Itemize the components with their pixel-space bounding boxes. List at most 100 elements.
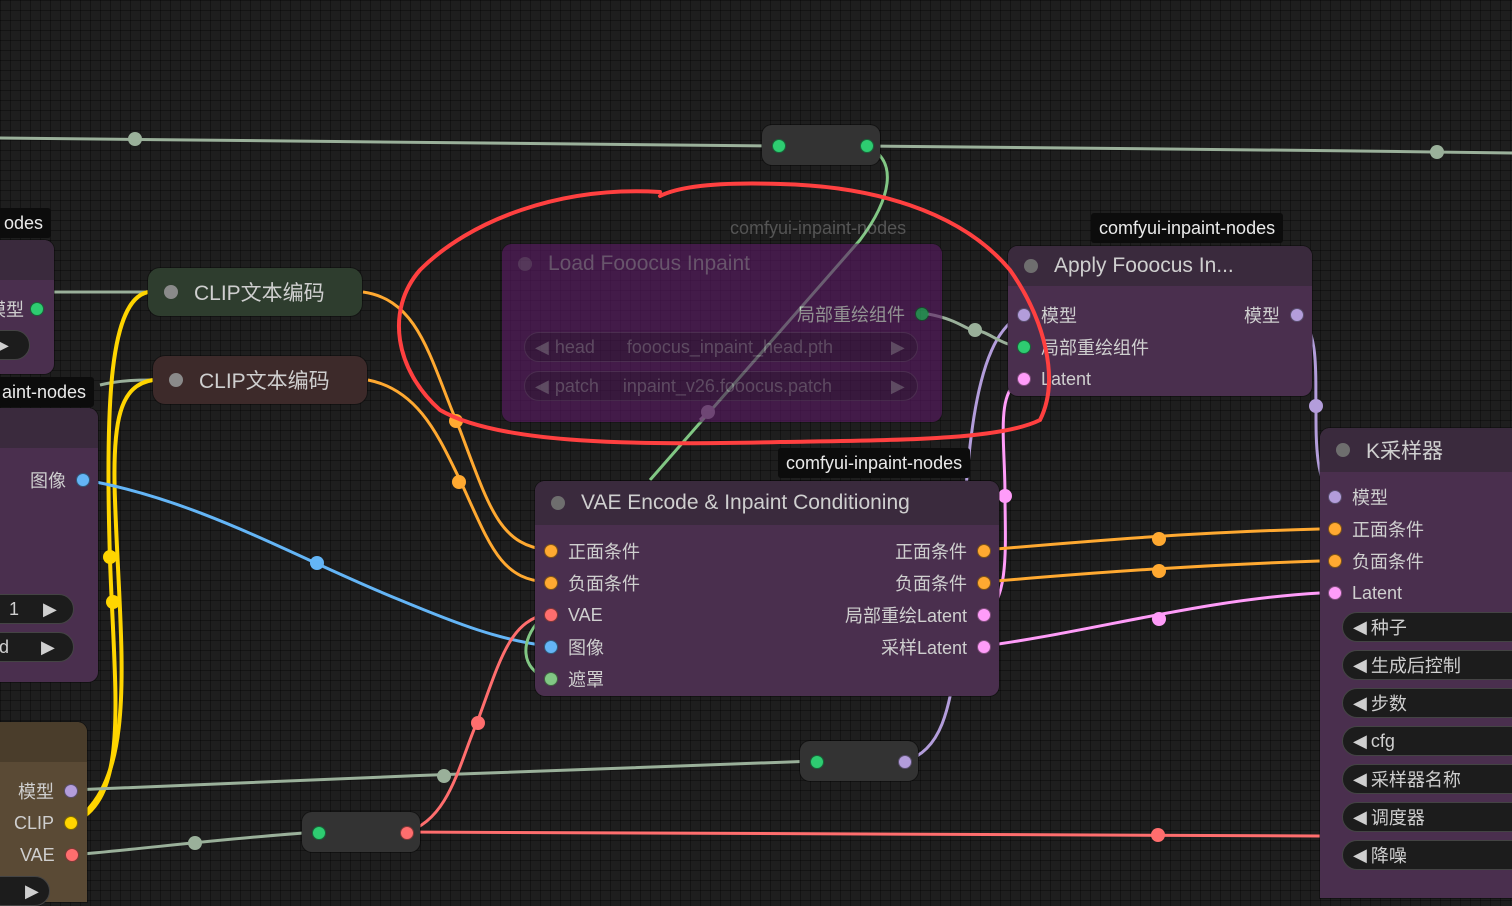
output-socket-inpaint-latent[interactable] <box>977 608 991 622</box>
widget-seed[interactable]: ◀ 种子 <box>1342 612 1512 642</box>
input-label-positive: 正面条件 <box>568 542 640 562</box>
widget-name: 种子 <box>1370 618 1407 638</box>
collapse-dot-icon[interactable] <box>551 496 565 510</box>
input-socket-inpaint-patch[interactable] <box>1017 340 1031 354</box>
output-socket-model[interactable] <box>64 784 78 798</box>
reroute-node-top[interactable] <box>762 125 880 165</box>
widget-control-after-generate[interactable]: ◀ 生成后控制 <box>1342 650 1512 680</box>
node-title: CLIP文本编码 <box>199 370 330 393</box>
widget-sampler-name[interactable]: ◀ 采样器名称 <box>1342 764 1512 794</box>
left-load-image-node-partial[interactable]: 图像 1 ▶ ed ▶ <box>0 408 98 682</box>
reroute-input-socket[interactable] <box>312 826 326 840</box>
input-label-model: 模型 <box>1352 488 1388 508</box>
load-fooocus-badge: comfyui-inpaint-nodes <box>730 218 907 238</box>
output-socket-negative[interactable] <box>977 576 991 590</box>
collapse-dot-icon[interactable] <box>1024 259 1038 273</box>
left-node-badge-mid: aint-nodes <box>0 377 95 407</box>
output-socket-vae[interactable] <box>64 848 79 862</box>
input-socket-positive[interactable] <box>1328 522 1342 536</box>
collapse-dot-icon[interactable] <box>169 373 183 387</box>
widget-name: 降噪 <box>1370 846 1407 866</box>
apply-fooocus-inpaint-node[interactable]: Apply Fooocus In... 模型 局部重绘组件 Latent 模型 <box>1008 246 1312 396</box>
input-label-mask: 遮罩 <box>568 670 604 690</box>
input-label-latent: Latent <box>1041 368 1092 389</box>
arrow-left-icon: ◀ <box>1353 844 1367 865</box>
apply-fooocus-badge: comfyui-inpaint-nodes <box>1091 213 1284 243</box>
reroute-output-socket[interactable] <box>400 826 414 840</box>
reroute-node-model[interactable] <box>800 741 918 781</box>
widget-scheduler[interactable]: ◀ 调度器 <box>1342 802 1512 832</box>
output-socket-model[interactable] <box>1290 308 1304 322</box>
load-fooocus-inpaint-node[interactable]: Load Fooocus Inpaint 局部重绘组件 ◀ head foooc… <box>502 244 942 422</box>
output-label-inpaint-latent: 局部重绘Latent <box>844 606 967 626</box>
output-label-clip: CLIP <box>14 812 55 833</box>
arrow-left-icon: ◀ <box>1353 616 1367 637</box>
left-widget-arrow[interactable]: ▶ <box>0 330 30 360</box>
widget-steps[interactable]: ◀ 步数 <box>1342 688 1512 718</box>
output-socket-inpaint-patch[interactable] <box>915 307 929 321</box>
input-socket-latent[interactable] <box>1328 586 1342 600</box>
collapse-dot-icon[interactable] <box>164 285 178 299</box>
arrow-right-icon: ▶ <box>25 880 39 901</box>
widget-name: patch <box>554 375 599 396</box>
input-label-negative: 负面条件 <box>1352 552 1424 572</box>
collapse-dot-icon[interactable] <box>1336 443 1350 457</box>
reroute-node-vae[interactable] <box>302 812 420 852</box>
left-widget-2[interactable]: ed ▶ <box>0 632 74 662</box>
arrow-left-icon: ◀ <box>1353 768 1367 789</box>
left-checkpoint-node-partial[interactable]: 模型 ▶ <box>0 240 54 374</box>
arrow-left-icon: ◀ <box>1353 654 1367 675</box>
input-label-positive: 正面条件 <box>1352 520 1424 540</box>
left-node-badge-top: odes <box>0 208 52 238</box>
input-socket-negative[interactable] <box>1328 554 1342 568</box>
input-label-image: 图像 <box>568 638 604 658</box>
input-label-inpaint-patch: 局部重绘组件 <box>1041 338 1149 358</box>
left-widget-1[interactable]: 1 ▶ <box>0 594 74 624</box>
reroute-output-socket[interactable] <box>860 139 874 153</box>
widget-value: 1 <box>9 598 20 619</box>
arrow-right-icon: ▶ <box>41 636 55 657</box>
output-socket-clip[interactable] <box>64 816 79 830</box>
output-socket-model[interactable] <box>30 302 44 316</box>
input-socket-model[interactable] <box>1017 308 1031 322</box>
reroute-output-socket[interactable] <box>898 755 912 769</box>
node-title: K采样器 <box>1366 440 1444 463</box>
widget-denoise[interactable]: ◀ 降噪 <box>1342 840 1512 870</box>
clip-text-encode-node-1[interactable]: CLIP文本编码 <box>148 268 362 316</box>
arrow-right-icon: ▶ <box>890 375 905 396</box>
arrow-left-icon: ◀ <box>535 375 549 396</box>
vae-encode-inpaint-conditioning-node[interactable]: VAE Encode & Inpaint Conditioning 正面条件 负… <box>535 481 999 696</box>
arrow-left-icon: ◀ <box>1353 730 1367 751</box>
left-checkpoint-loader-partial[interactable]: 模型 CLIP VAE ▶ <box>0 722 87 906</box>
widget-value: ed <box>0 636 10 657</box>
output-label-negative: 负面条件 <box>895 574 967 594</box>
reroute-input-socket[interactable] <box>772 139 786 153</box>
widget-patch[interactable]: ◀ patch inpaint_v26.fooocus.patch ▶ <box>524 371 918 401</box>
input-label-model: 模型 <box>1041 306 1077 326</box>
clip-text-encode-node-2[interactable]: CLIP文本编码 <box>153 356 367 404</box>
reroute-input-socket[interactable] <box>810 755 824 769</box>
node-title: Load Fooocus Inpaint <box>548 252 750 275</box>
input-socket-image[interactable] <box>544 640 558 654</box>
input-socket-negative[interactable] <box>544 576 558 590</box>
link-top-model-right <box>865 144 1512 155</box>
output-socket-sampler-latent[interactable] <box>977 640 991 654</box>
collapse-dot-icon[interactable] <box>518 257 532 271</box>
node-title: Apply Fooocus In... <box>1054 254 1234 277</box>
input-socket-vae[interactable] <box>544 608 558 622</box>
connection-links <box>0 132 1512 857</box>
input-socket-mask[interactable] <box>544 672 558 686</box>
output-socket-image[interactable] <box>76 473 90 487</box>
output-socket-positive[interactable] <box>977 544 991 558</box>
ksampler-node[interactable]: K采样器 模型 正面条件 负面条件 Latent ◀ 种子 ◀ 生成后控制 ◀ … <box>1320 428 1512 898</box>
widget-head[interactable]: ◀ head fooocus_inpaint_head.pth ▶ <box>524 332 918 362</box>
vae-encode-badge: comfyui-inpaint-nodes <box>778 448 971 478</box>
widget-name: head <box>554 336 595 357</box>
output-label-model: 模型 <box>18 782 54 802</box>
left-widget-arrow[interactable]: ▶ <box>0 876 50 906</box>
input-socket-latent[interactable] <box>1017 372 1031 386</box>
input-socket-positive[interactable] <box>544 544 558 558</box>
input-socket-model[interactable] <box>1328 490 1342 504</box>
widget-name: 步数 <box>1370 694 1407 714</box>
widget-cfg[interactable]: ◀ cfg <box>1342 726 1512 756</box>
